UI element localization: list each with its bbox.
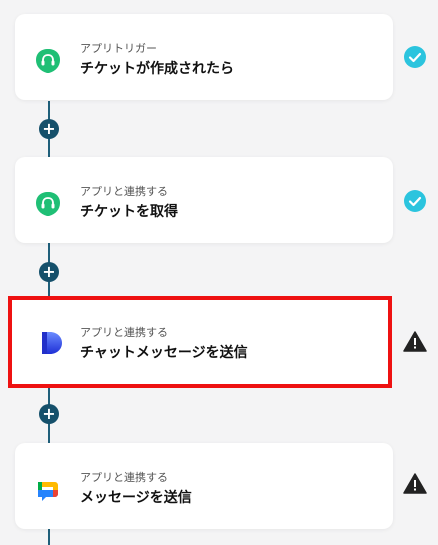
google-chat-icon [38,482,58,501]
add-step-button[interactable]: + [39,119,59,139]
flow-step-card[interactable]: アプリと連携する メッセージを送信 [15,443,393,529]
step-title: チケットが作成されたら [80,61,234,77]
step-title: チケットを取得 [80,204,178,220]
warning-icon [403,331,427,352]
flow-connector [48,529,50,545]
headset-icon [36,49,60,73]
flow-step-card[interactable]: アプリトリガー チケットが作成されたら [15,14,393,100]
dialpad-icon [42,332,62,354]
warning-icon [403,473,427,494]
step-type-label: アプリトリガー [80,42,157,55]
step-type-label: アプリと連携する [80,326,168,339]
check-circle-icon [404,46,426,68]
add-step-button[interactable]: + [39,262,59,282]
flow-step-card[interactable]: アプリと連携する チケットを取得 [15,157,393,243]
flow-step-card-selected[interactable]: アプリと連携する チャットメッセージを送信 [8,296,392,388]
step-title: メッセージを送信 [80,490,192,506]
check-circle-icon [404,190,426,212]
add-step-button[interactable]: + [39,404,59,424]
headset-icon [36,192,60,216]
step-title: チャットメッセージを送信 [80,345,248,361]
step-type-label: アプリと連携する [80,471,168,484]
step-type-label: アプリと連携する [80,185,168,198]
